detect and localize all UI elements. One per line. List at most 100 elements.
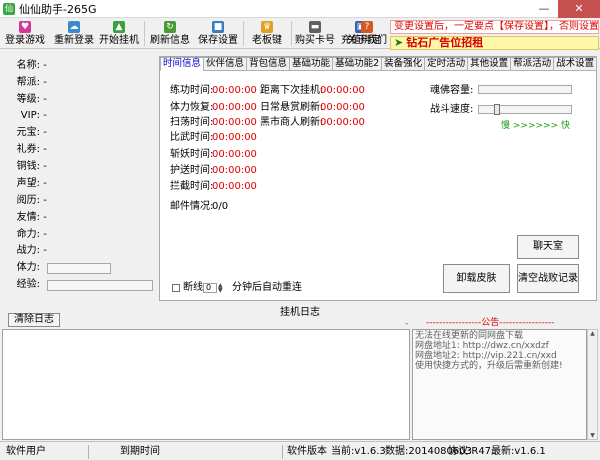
battle-speed-slider[interactable] bbox=[494, 104, 500, 115]
close-icon[interactable]: ✕ bbox=[558, 0, 600, 18]
boss-key-button[interactable]: ♛ 老板键 bbox=[247, 19, 287, 48]
duel-time-value: 00:00:00 bbox=[212, 132, 257, 143]
buy-card-button[interactable]: ▬ 购买卡号 bbox=[293, 19, 337, 48]
tab-time-info[interactable]: 时间信息 bbox=[160, 57, 205, 71]
arrow-right-icon: ➤ bbox=[394, 36, 404, 49]
crown-icon: ♛ bbox=[261, 21, 273, 33]
stamina-bar bbox=[47, 263, 111, 274]
log-divider: - bbox=[405, 319, 409, 329]
reconnect-label: 断线 bbox=[183, 282, 203, 293]
train-time-label: 练功时间: bbox=[170, 85, 214, 96]
char-experience-row: 阅历: - bbox=[16, 195, 47, 206]
duel-time-label: 比武时间: bbox=[170, 132, 214, 143]
scroll-down-icon[interactable]: ▼ bbox=[588, 432, 597, 439]
character-panel: 名称: - 帮派: - 等级: - VIP: - 元宝: - 礼券: - 铜钱:… bbox=[0, 50, 158, 305]
software-version-label: 软件版本 bbox=[287, 446, 327, 457]
latest-version: 最新:v1.6.1 bbox=[491, 446, 546, 457]
question-icon: ? bbox=[361, 21, 373, 33]
char-power-row: 战力: - bbox=[16, 245, 47, 256]
black-market-value: 00:00:00 bbox=[320, 117, 365, 128]
tab-partner-info[interactable]: 伙伴信息 bbox=[203, 57, 248, 71]
intercept-time-label: 拦截时间: bbox=[170, 181, 214, 192]
tab-timed-events[interactable]: 定时活动 bbox=[424, 57, 469, 71]
char-yuanbao-row: 元宝: - bbox=[16, 127, 47, 138]
escort-time-label: 护送时间: bbox=[170, 165, 214, 176]
tab-other-settings[interactable]: 其他设置 bbox=[467, 57, 512, 71]
hangup-log-area[interactable] bbox=[2, 329, 410, 440]
escort-time-value: 00:00:00 bbox=[212, 165, 257, 176]
auto-reconnect-checkbox[interactable] bbox=[172, 284, 180, 292]
tab-bag-info[interactable]: 背包信息 bbox=[246, 57, 291, 71]
heart-icon: ♥ bbox=[19, 21, 31, 33]
reconnect-minutes-stepper[interactable]: 0 bbox=[203, 283, 217, 293]
sweep-time-label: 扫荡时间: bbox=[170, 117, 214, 128]
login-game-button[interactable]: ♥ 登录游戏 bbox=[3, 19, 47, 48]
minimize-icon[interactable]: — bbox=[530, 0, 558, 18]
diamond-ad-banner[interactable]: ➤ 钻石广告位招租 bbox=[390, 36, 599, 50]
char-copper-row: 铜钱: - bbox=[16, 161, 47, 172]
start-hangup-button[interactable]: ▲ 开始挂机 bbox=[97, 19, 141, 48]
refresh-icon: ↻ bbox=[164, 21, 176, 33]
char-stamina-row: 体力: bbox=[16, 262, 40, 273]
tab-bar: 时间信息 伙伴信息 背包信息 基础功能 基础功能2 装备强化 定时活动 其他设置… bbox=[160, 57, 598, 71]
scroll-up-icon[interactable]: ▲ bbox=[588, 330, 597, 337]
protocol-version: 协议:R47 bbox=[448, 446, 492, 457]
tab-guild-events[interactable]: 帮派活动 bbox=[510, 57, 555, 71]
status-divider bbox=[88, 445, 89, 459]
char-level-row: 等级: - bbox=[16, 94, 47, 105]
unload-skin-button[interactable]: 卸载皮肤 bbox=[443, 264, 510, 293]
char-name-row: 名称: - bbox=[16, 60, 47, 71]
clear-log-button[interactable]: 清除日志 bbox=[8, 313, 60, 327]
char-friendship-row: 友情: - bbox=[16, 212, 47, 223]
stepper-arrows-icon[interactable]: ▲ ▼ bbox=[218, 283, 223, 294]
tab-tactics[interactable]: 战术设置 bbox=[553, 57, 598, 71]
card-icon: ▬ bbox=[309, 21, 321, 33]
save-icon: ■ bbox=[212, 21, 224, 33]
save-settings-button[interactable]: ■ 保存设置 bbox=[196, 19, 240, 48]
notice-line: 无法在线更新的同网盘下载 bbox=[415, 331, 524, 341]
stamina-recover-label: 体力恢复: bbox=[170, 102, 214, 113]
notice-title: -----------------公告----------------- bbox=[426, 318, 555, 328]
toolbar-separator bbox=[243, 21, 244, 46]
mail-status-value: 0/0 bbox=[212, 201, 229, 212]
char-prestige-row: 声望: - bbox=[16, 178, 47, 189]
relogin-button[interactable]: ☁ 重新登录 bbox=[52, 19, 96, 48]
char-exp-row: 经验: bbox=[16, 279, 40, 290]
battle-speed-label: 战斗速度: bbox=[430, 104, 474, 115]
sprout-icon: ▲ bbox=[113, 21, 125, 33]
intercept-time-value: 00:00:00 bbox=[212, 181, 257, 192]
char-vip-row: VIP: - bbox=[20, 110, 47, 121]
reconnect-suffix-label: 分钟后自动重连 bbox=[232, 282, 302, 293]
about-us-button[interactable]: ? 关于我们 bbox=[346, 19, 388, 48]
tab-equip-enhance[interactable]: 装备强化 bbox=[381, 57, 426, 71]
char-guild-row: 帮派: - bbox=[16, 77, 47, 88]
mail-status-label: 邮件情况: bbox=[170, 201, 214, 212]
black-market-label: 黑市商人刷新: bbox=[260, 117, 324, 128]
soul-capacity-label: 魂佛容量: bbox=[430, 85, 474, 96]
daily-bounty-label: 日常悬赏刷新: bbox=[260, 102, 324, 113]
current-version: 当前:v1.6.3 bbox=[331, 446, 386, 457]
window-title: 仙仙助手-265G bbox=[19, 2, 97, 16]
stamina-recover-value: 00:00:00 bbox=[212, 102, 257, 113]
status-divider bbox=[282, 445, 283, 459]
battle-speed-indicator: 慢 >>>>>> 快 bbox=[501, 121, 571, 131]
app-logo-icon: 仙 bbox=[3, 2, 15, 15]
settings-warning-ad[interactable]: 变更设置后，一定要点【保存设置】，否则设置无效！ bbox=[390, 20, 599, 34]
next-hangup-label: 距离下次挂机: bbox=[260, 85, 324, 96]
sweep-time-value: 00:00:00 bbox=[212, 117, 257, 128]
notice-line: 网盘地址1: http://dwz.cn/xxdzf bbox=[415, 341, 549, 351]
daily-bounty-value: 00:00:00 bbox=[320, 102, 365, 113]
soul-capacity-bar bbox=[478, 85, 572, 94]
tab-basic-function-2[interactable]: 基础功能2 bbox=[332, 57, 383, 71]
refresh-info-button[interactable]: ↻ 刷新信息 bbox=[148, 19, 192, 48]
clear-defeat-log-button[interactable]: 清空战败记录 bbox=[517, 264, 579, 293]
chat-room-button[interactable]: 聊天室 bbox=[517, 235, 579, 259]
notice-scrollbar[interactable]: ▲ ▼ bbox=[587, 329, 598, 440]
exp-bar bbox=[47, 280, 153, 291]
tab-basic-function[interactable]: 基础功能 bbox=[289, 57, 334, 71]
expire-time-label: 到期时间 bbox=[120, 446, 160, 457]
slay-time-label: 斩妖时间: bbox=[170, 149, 214, 160]
status-bar: 软件用户 到期时间 软件版本 当前:v1.6.3 数据:2014080603 协… bbox=[0, 441, 600, 460]
char-life-row: 命力: - bbox=[16, 229, 47, 240]
notice-area[interactable]: 无法在线更新的同网盘下载 网盘地址1: http://dwz.cn/xxdzf … bbox=[412, 329, 587, 440]
